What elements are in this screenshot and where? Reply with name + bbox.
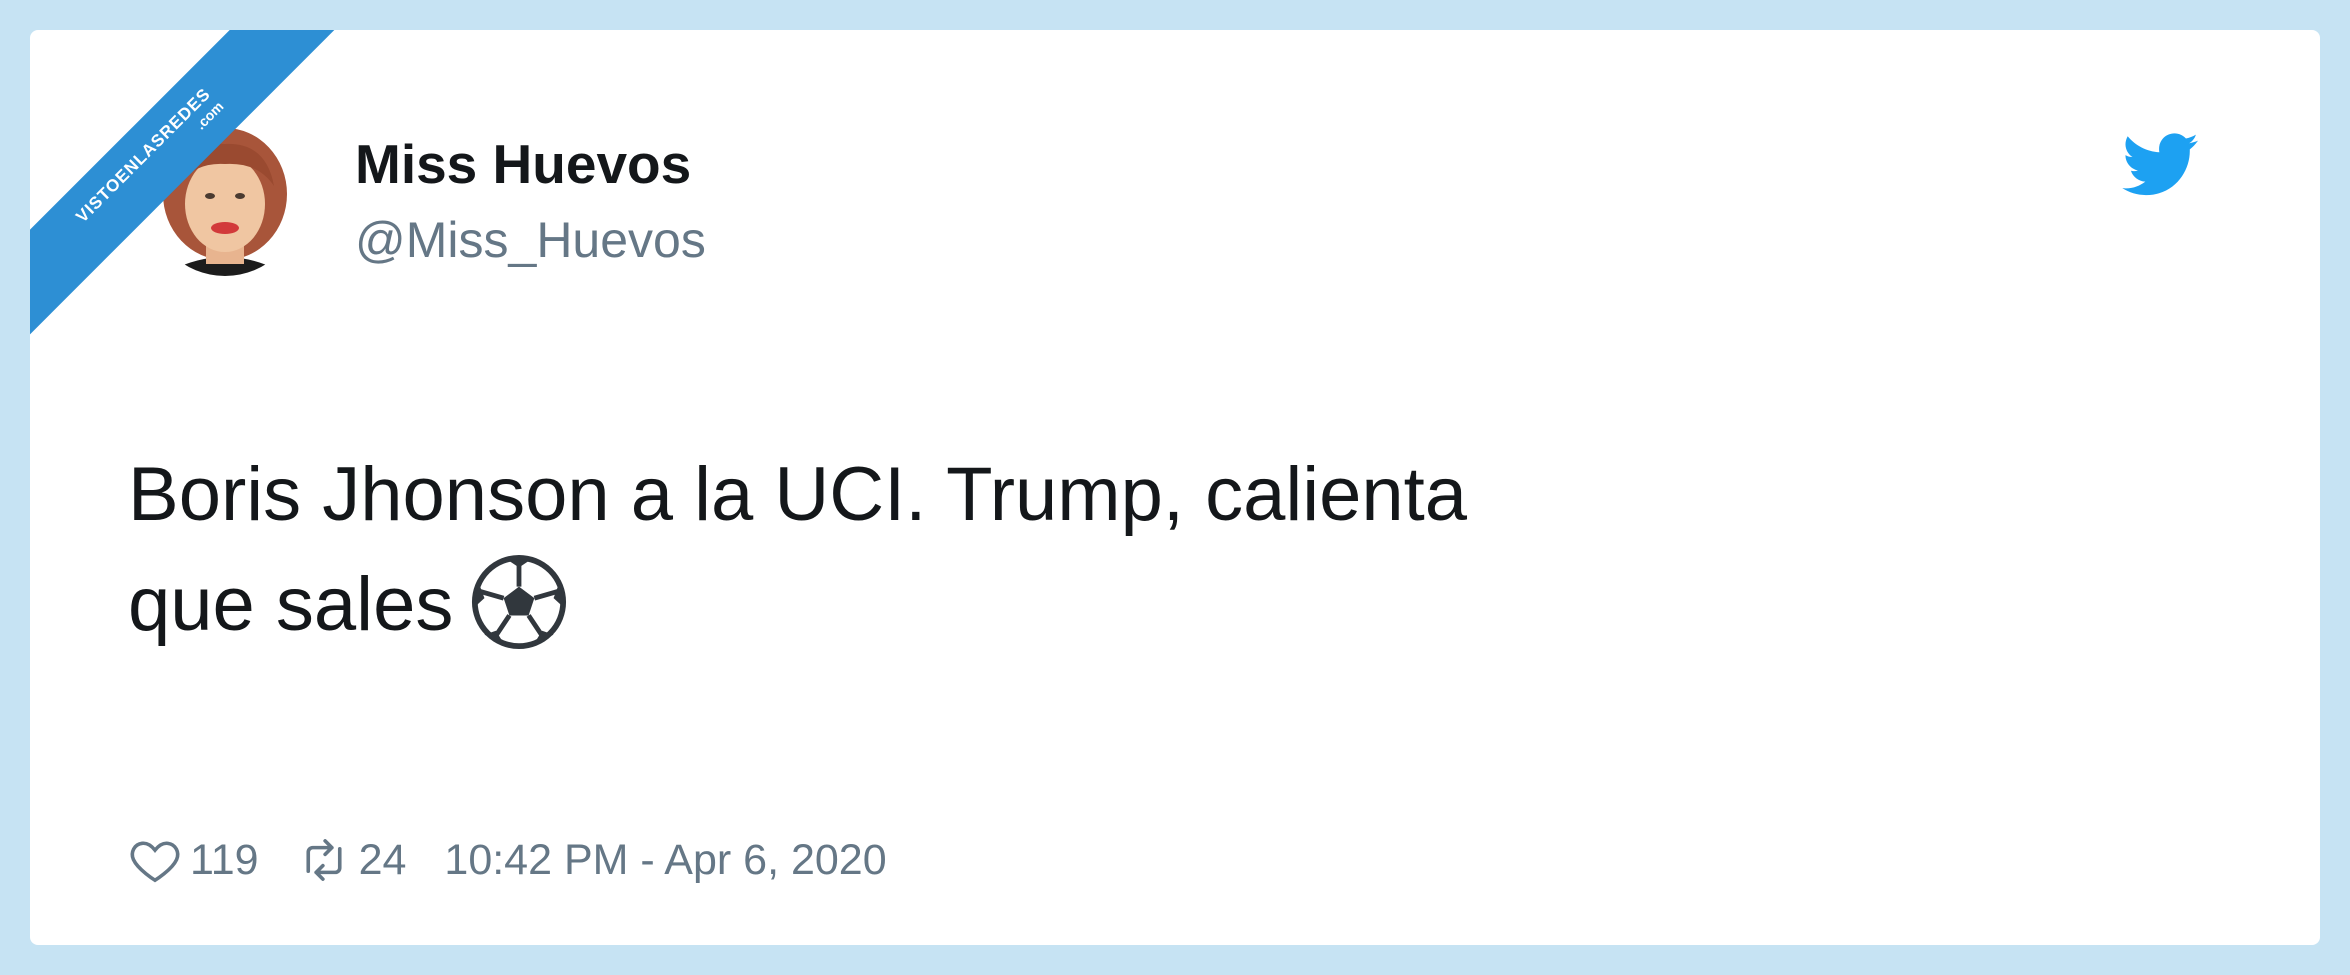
watermark-text: VISTOENLASREDES <box>72 84 215 227</box>
retweet-icon[interactable] <box>297 833 351 887</box>
retweet-count: 24 <box>358 835 407 884</box>
soccer-ball-icon <box>472 554 567 649</box>
tweet-timestamp[interactable]: 10:42 PM - Apr 6, 2020 <box>444 836 886 885</box>
tweet-text-line-1: Boris Jhonson a la UCI. Trump, calienta <box>128 452 1468 537</box>
user-handle[interactable]: @Miss_Huevos <box>355 210 706 270</box>
tweet-text: Boris Jhonson a la UCI. Trump, calienta … <box>128 440 2128 660</box>
watermark-banner: VISTOENLASREDES .com <box>30 30 346 358</box>
twitter-bird-icon[interactable] <box>2122 133 2200 197</box>
tweet-text-line-2: que sales <box>128 550 2128 660</box>
watermark-ribbon: VISTOENLASREDES .com <box>30 30 360 360</box>
tweet-footer: 119 24 10:42 PM - Apr 6, 2020 <box>128 830 887 890</box>
tweet-card: VISTOENLASREDES .com Miss Huevos @Miss_H… <box>30 30 2320 945</box>
display-name[interactable]: Miss Huevos <box>355 132 691 196</box>
tweet-text-line-2-words: que sales <box>128 562 454 647</box>
heart-icon[interactable] <box>128 833 182 887</box>
like-count: 119 <box>190 835 259 884</box>
